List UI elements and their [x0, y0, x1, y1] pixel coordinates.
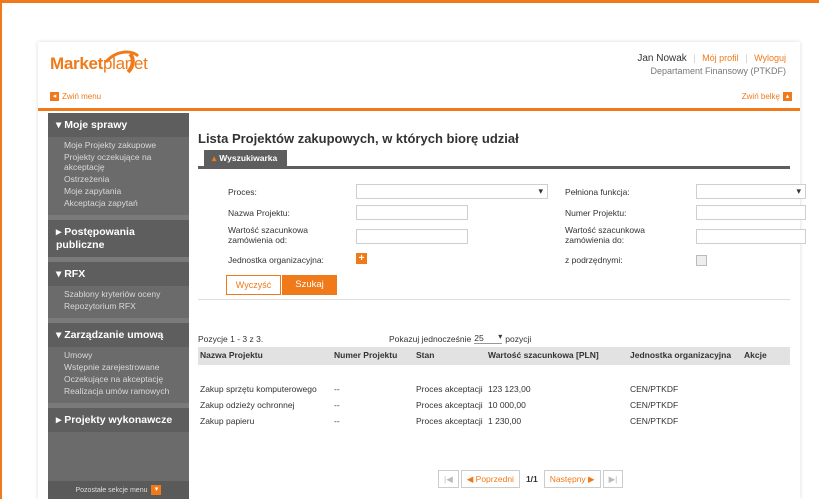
- table-row[interactable]: Zakup odzieży ochronnej -- Proces akcept…: [198, 397, 790, 413]
- collapse-bar-button[interactable]: Zwiń belkę ▴: [742, 92, 792, 101]
- more-sections-button[interactable]: Pozostałe sekcje menu ▾: [48, 481, 189, 499]
- column-header[interactable]: Jednostka organizacyjna: [630, 350, 731, 360]
- sidebar-item-projekty-oczekujace[interactable]: Projekty oczekujące na akceptację: [64, 151, 181, 173]
- column-header: Akcje: [744, 350, 767, 360]
- project-name-input[interactable]: [356, 205, 468, 220]
- project-name-label: Nazwa Projektu:: [228, 208, 290, 218]
- prev-page-button[interactable]: ◀ Poprzedni: [460, 470, 520, 488]
- sidebar-item-akceptacja-zapytan[interactable]: Akceptacja zapytań: [64, 197, 181, 209]
- sidebar-section-header[interactable]: ▾ Zarządzanie umową: [48, 323, 189, 347]
- sidebar-item-szablony[interactable]: Szablony kryteriów oceny: [64, 288, 181, 300]
- table-row[interactable]: Zakup sprzętu komputerowego -- Proces ak…: [198, 381, 790, 397]
- app-window: Marketplanet Jan Nowak | Mój profil | Wy…: [38, 42, 806, 499]
- subordinates-checkbox[interactable]: [696, 255, 707, 266]
- project-number-label: Numer Projektu:: [565, 208, 627, 218]
- logo-swoosh-icon: [104, 50, 140, 74]
- sub-bar: ◂ Zwiń menu Zwiń belkę ▴: [38, 88, 800, 111]
- org-unit-label: Jednostka organizacyjna:: [228, 255, 324, 265]
- sidebar-item-oczekujace[interactable]: Oczekujące na akceptację: [64, 373, 181, 385]
- sidebar-section-header[interactable]: ▾ Moje sprawy: [48, 113, 189, 137]
- table-header: Nazwa Projektu Numer Projektu Stan Warto…: [198, 346, 790, 365]
- process-label: Proces:: [228, 187, 257, 197]
- next-page-button[interactable]: Następny ▶: [543, 470, 601, 488]
- projects-table: Nazwa Projektu Numer Projektu Stan Warto…: [198, 346, 790, 429]
- chevron-up-icon: ▴: [783, 92, 792, 101]
- user-name: Jan Nowak: [637, 53, 687, 64]
- collapse-menu-button[interactable]: ◂ Zwiń menu: [50, 92, 101, 101]
- clear-button[interactable]: Wyczyść: [226, 275, 281, 295]
- project-number-input[interactable]: [696, 205, 806, 220]
- sidebar-section-postepowania: ▸ Postępowania publiczne: [48, 220, 189, 257]
- sidebar: ▾ Moje sprawy Moje Projekty zakupowe Pro…: [48, 113, 189, 499]
- column-header[interactable]: Nazwa Projektu: [200, 350, 263, 360]
- sidebar-item-repozytorium[interactable]: Repozytorium RFX: [64, 300, 181, 312]
- sidebar-item-moje-zapytania[interactable]: Moje zapytania: [64, 185, 181, 197]
- search-button[interactable]: Szukaj: [282, 275, 337, 295]
- sidebar-section-zarzadzanie: ▾ Zarządzanie umową Umowy Wstępnie zarej…: [48, 323, 189, 403]
- page-title: Lista Projektów zakupowych, w których bi…: [198, 131, 519, 146]
- pagination: |◀ ◀ Poprzedni 1/1 Następny ▶ ▶|: [438, 470, 624, 488]
- column-header[interactable]: Wartość szacunkowa [PLN]: [488, 350, 599, 360]
- table-row[interactable]: Zakup papieru -- Proces akceptacji 1 230…: [198, 413, 790, 429]
- value-from-label: Wartość szacunkowa zamówienia od:: [228, 225, 308, 245]
- value-to-label: Wartość szacunkowa zamówienia do:: [565, 225, 645, 245]
- per-page-select[interactable]: 25: [474, 332, 502, 344]
- last-page-icon[interactable]: ▶|: [602, 470, 624, 488]
- sidebar-section-header[interactable]: ▾ RFX: [48, 262, 189, 286]
- sidebar-section-moje-sprawy: ▾ Moje sprawy Moje Projekty zakupowe Pro…: [48, 113, 189, 215]
- caret-icon: ▴: [212, 153, 217, 163]
- my-profile-link[interactable]: Mój profil: [702, 53, 739, 63]
- header: Marketplanet Jan Nowak | Mój profil | Wy…: [38, 42, 800, 88]
- sidebar-item-moje-projekty[interactable]: Moje Projekty zakupowe: [64, 139, 181, 151]
- sidebar-section-header[interactable]: ▸ Projekty wykonawcze: [48, 408, 189, 432]
- sidebar-section-rfx: ▾ RFX Szablony kryteriów oceny Repozytor…: [48, 262, 189, 318]
- user-info: Jan Nowak | Mój profil | Wyloguj Departa…: [637, 53, 786, 76]
- top-accent-line: [0, 0, 819, 3]
- logout-link[interactable]: Wyloguj: [754, 53, 786, 63]
- subordinates-label: z podrzędnymi:: [565, 255, 623, 265]
- process-select[interactable]: [356, 184, 548, 199]
- results-info: Pozycje 1 - 3 z 3.: [198, 334, 264, 344]
- value-from-input[interactable]: [356, 229, 468, 244]
- value-to-input[interactable]: [696, 229, 806, 244]
- left-accent-line: [0, 0, 2, 499]
- add-org-unit-icon[interactable]: +: [356, 253, 367, 264]
- function-select[interactable]: [696, 184, 806, 199]
- sidebar-item-realizacja[interactable]: Realizacja umów ramowych: [64, 385, 181, 397]
- tab-search[interactable]: ▴ Wyszukiwarka: [204, 150, 288, 167]
- main-content: Lista Projektów zakupowych, w których bi…: [198, 113, 806, 499]
- function-label: Pełniona funkcja:: [565, 187, 630, 197]
- first-page-icon[interactable]: |◀: [438, 470, 459, 488]
- column-header[interactable]: Numer Projektu: [334, 350, 397, 360]
- sidebar-section-header[interactable]: ▸ Postępowania publiczne: [48, 220, 189, 257]
- department: Departament Finansowy (PTKDF): [650, 66, 786, 76]
- page-indicator: 1/1: [525, 474, 538, 484]
- chevron-down-icon: ▾: [151, 485, 162, 495]
- column-header[interactable]: Stan: [416, 350, 434, 360]
- per-page-control: Pokazuj jednocześnie 25 pozycji: [389, 332, 531, 344]
- chevron-left-icon: ◂: [50, 92, 59, 101]
- sidebar-item-wstepnie[interactable]: Wstępnie zarejestrowane: [64, 361, 181, 373]
- search-panel: Proces: Pełniona funkcja: Nazwa Projektu…: [198, 166, 806, 300]
- sidebar-item-umowy[interactable]: Umowy: [64, 349, 181, 361]
- sidebar-item-ostrzezenia[interactable]: Ostrzeżenia: [64, 173, 181, 185]
- sidebar-section-projekty-wykonawcze: ▸ Projekty wykonawcze: [48, 408, 189, 432]
